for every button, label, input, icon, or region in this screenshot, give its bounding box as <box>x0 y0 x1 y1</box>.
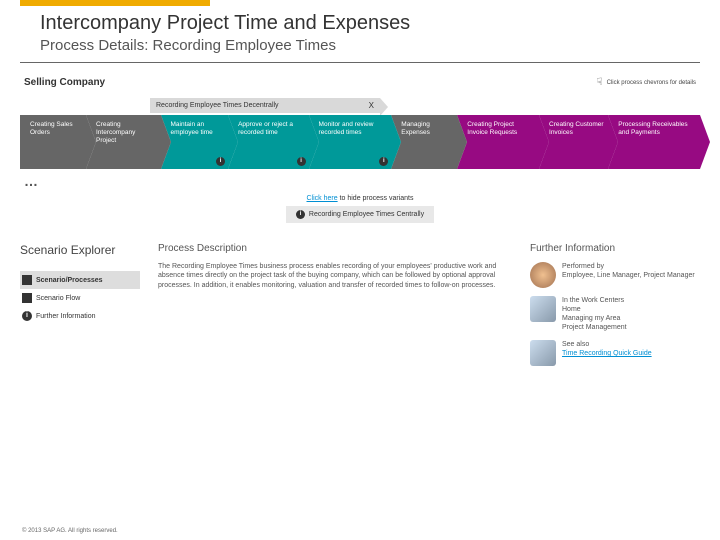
variants-toggle: Click here to hide process variants i Re… <box>0 195 720 223</box>
process-chevron[interactable]: Creating Project Invoice Requests <box>457 115 539 169</box>
selling-company-label: Selling Company <box>24 77 105 88</box>
thumbnail-icon <box>530 340 556 366</box>
ellipsis: … <box>24 173 696 189</box>
info-icon: i <box>296 210 305 219</box>
nav-item[interactable]: iFurther Information <box>20 307 140 325</box>
chevron-row: Creating Sales OrdersCreating Intercompa… <box>20 115 700 169</box>
process-description: Process Description The Recording Employ… <box>158 243 512 374</box>
page-title: Intercompany Project Time and Expenses <box>40 12 680 35</box>
process-group-label: Recording Employee Times Decentrally X <box>150 98 380 113</box>
process-chevron[interactable]: Monitor and review recorded timesi <box>309 115 392 169</box>
thumbnail-icon <box>530 296 556 322</box>
click-hint: ☟ Click process chevrons for details <box>597 77 696 88</box>
thumbnail-icon <box>530 262 556 288</box>
desc-body: The Recording Employee Times business pr… <box>158 262 512 290</box>
nav-item[interactable]: Scenario Flow <box>20 289 140 307</box>
page-subtitle: Process Details: Recording Employee Time… <box>40 37 680 54</box>
copyright: © 2013 SAP AG. All rights reserved. <box>22 528 118 534</box>
fi-row: Performed byEmployee, Line Manager, Proj… <box>530 262 700 288</box>
header: Intercompany Project Time and Expenses P… <box>20 6 700 63</box>
info-icon: i <box>297 157 306 166</box>
fi-row: In the Work CentersHomeManaging my AreaP… <box>530 296 700 332</box>
process-chevron[interactable]: Approve or reject a recorded timei <box>228 115 308 169</box>
hide-variants-link[interactable]: Click here <box>307 195 338 202</box>
nav-title: Scenario Explorer <box>20 243 140 257</box>
see-also-link[interactable]: Time Recording Quick Guide <box>562 350 652 357</box>
nav-item[interactable]: Scenario/Processes <box>20 271 140 289</box>
square-icon <box>22 293 32 303</box>
process-flow: Recording Employee Times Decentrally X C… <box>0 94 720 173</box>
info-icon: i <box>379 157 388 166</box>
process-chevron[interactable]: Maintain an employee timei <box>161 115 229 169</box>
variant-centrally[interactable]: i Recording Employee Times Centrally <box>286 206 434 223</box>
desc-title: Process Description <box>158 243 512 254</box>
info-icon: i <box>216 157 225 166</box>
further-information: Further Information Performed byEmployee… <box>530 243 700 374</box>
hand-icon: ☟ <box>597 77 603 88</box>
fi-row: See alsoTime Recording Quick Guide <box>530 340 700 366</box>
process-chevron[interactable]: Creating Customer Invoices <box>539 115 608 169</box>
process-chevron[interactable]: Processing Receivables and Payments <box>608 115 700 169</box>
close-icon[interactable]: X <box>369 101 374 110</box>
fi-title: Further Information <box>530 243 700 254</box>
process-chevron[interactable]: Creating Intercompany Project <box>86 115 161 169</box>
chevrons-icon <box>22 275 32 285</box>
info-icon: i <box>22 311 32 321</box>
scenario-explorer: Scenario Explorer Scenario/ProcessesScen… <box>20 243 140 374</box>
process-chevron[interactable]: Creating Sales Orders <box>20 115 86 169</box>
